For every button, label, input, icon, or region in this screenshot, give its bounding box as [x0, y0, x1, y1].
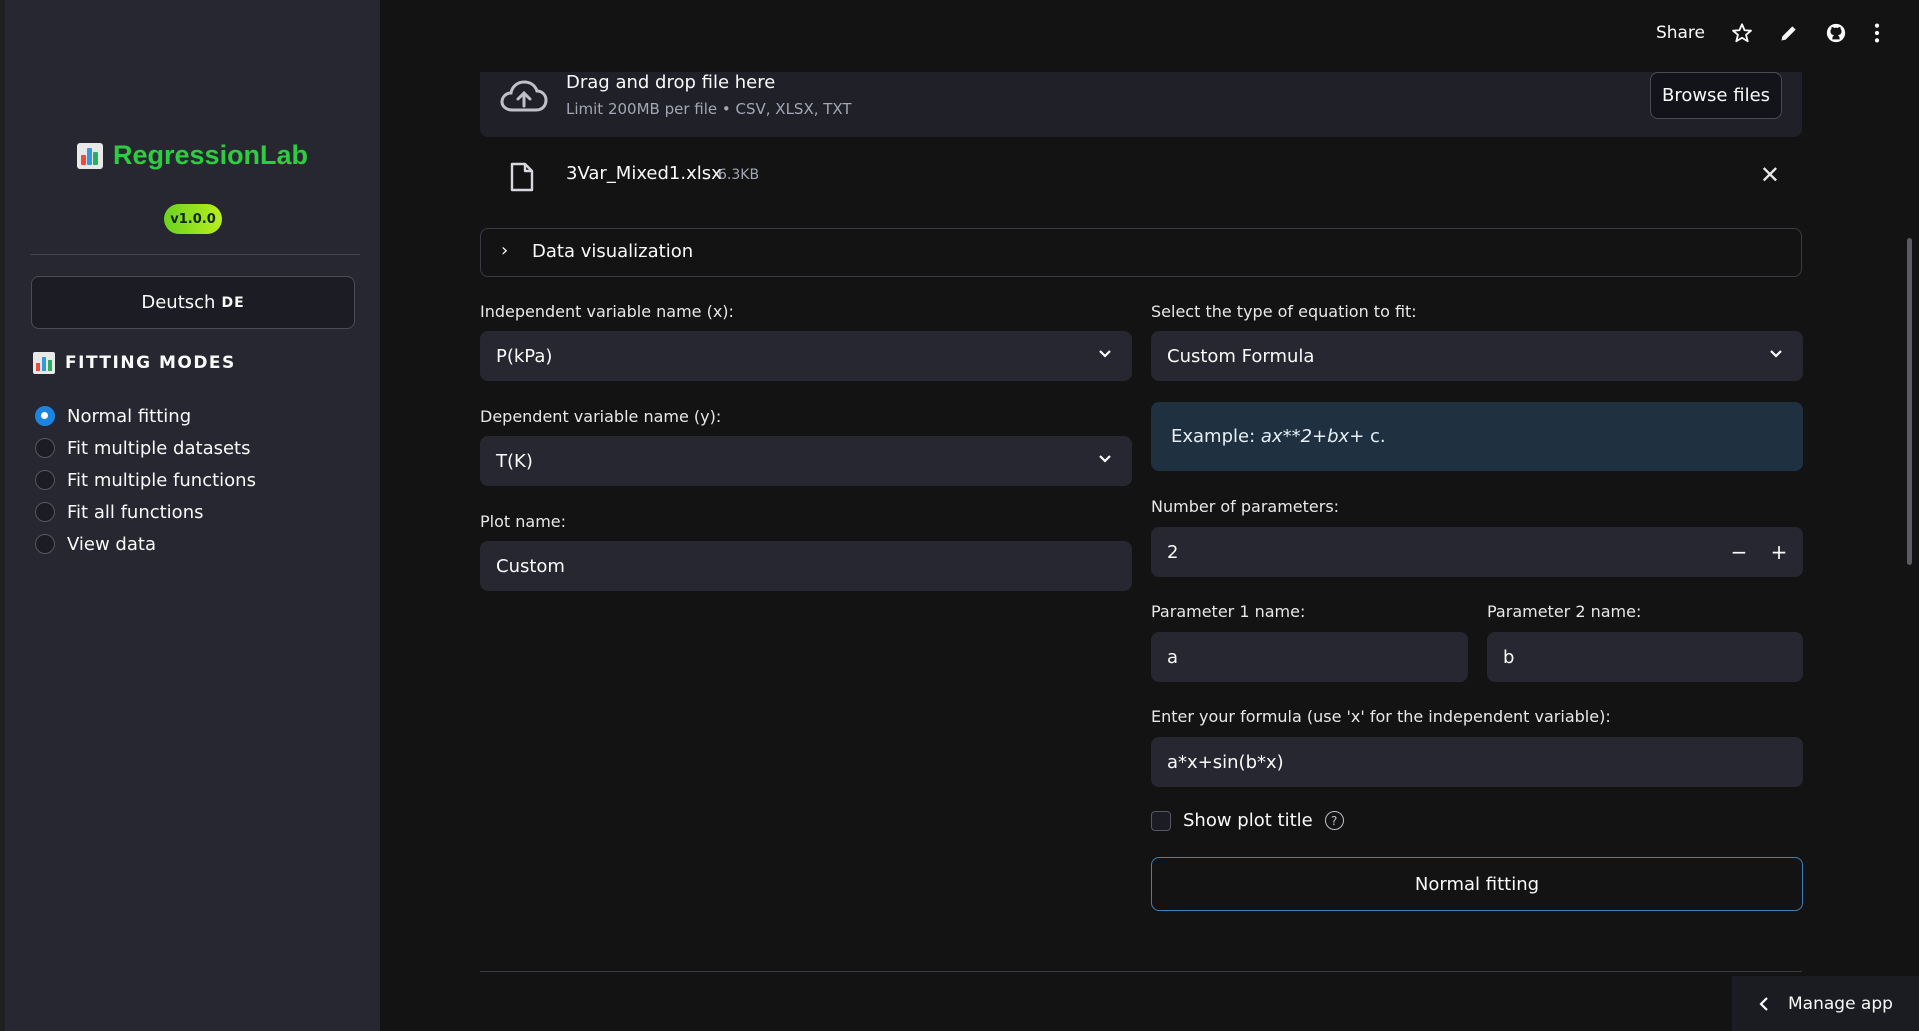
- radio-label: Fit all functions: [67, 501, 204, 523]
- language-button-label: Deutsch: [141, 292, 216, 313]
- fitting-modes-heading: FITTING MODES: [33, 352, 236, 374]
- param2-label: Parameter 2 name:: [1487, 602, 1642, 621]
- radio-icon[interactable]: [35, 534, 55, 554]
- y-variable-select[interactable]: T(K): [480, 436, 1132, 486]
- decrement-button[interactable]: −: [1719, 527, 1759, 577]
- chevron-left-icon: [1759, 996, 1768, 1011]
- radio-fit-all-functions[interactable]: Fit all functions: [35, 496, 256, 528]
- pencil-icon[interactable]: [1779, 23, 1799, 43]
- radio-icon[interactable]: [35, 438, 55, 458]
- help-icon[interactable]: ?: [1324, 811, 1344, 830]
- plot-name-label: Plot name:: [480, 512, 567, 531]
- y-variable-value: T(K): [496, 450, 533, 472]
- scrollbar[interactable]: [1907, 238, 1912, 565]
- radio-label: Normal fitting: [67, 405, 192, 427]
- radio-label: Fit multiple datasets: [67, 437, 251, 459]
- example-term-a: ax**2: [1260, 426, 1313, 447]
- radio-fit-multiple-functions[interactable]: Fit multiple functions: [35, 464, 256, 496]
- manage-app-label: Manage app: [1788, 993, 1893, 1014]
- param1-input[interactable]: a: [1151, 632, 1468, 682]
- show-plot-title-checkbox[interactable]: [1151, 810, 1171, 831]
- chevron-right-icon: ›: [501, 240, 509, 261]
- param1-label: Parameter 1 name:: [1151, 602, 1306, 621]
- sidebar-divider: [30, 254, 360, 255]
- example-info-box: Example: ax**2 + bx + c.: [1151, 402, 1803, 471]
- browse-files-button[interactable]: Browse files: [1650, 72, 1782, 119]
- x-variable-select[interactable]: P(kPa): [480, 331, 1132, 381]
- chevron-down-icon: [1099, 350, 1111, 358]
- radio-label: Fit multiple functions: [67, 469, 256, 491]
- num-params-stepper[interactable]: 2 − +: [1151, 527, 1803, 577]
- dropzone-title: Drag and drop file here: [566, 72, 776, 93]
- param2-value: b: [1503, 646, 1515, 668]
- formula-label: Enter your formula (use 'x' for the inde…: [1151, 707, 1611, 726]
- equation-type-value: Custom Formula: [1167, 345, 1315, 367]
- app-title: RegressionLab: [113, 140, 309, 170]
- radio-view-data[interactable]: View data: [35, 528, 256, 560]
- language-button[interactable]: Deutsch DE: [31, 276, 355, 329]
- expander-label: Data visualization: [532, 241, 694, 262]
- increment-button[interactable]: +: [1759, 527, 1799, 577]
- plot-name-input[interactable]: Custom: [480, 541, 1132, 591]
- uploaded-file-size: 6.3KB: [718, 167, 760, 183]
- show-plot-title-label: Show plot title: [1183, 810, 1313, 831]
- bar-chart-icon: [33, 352, 55, 374]
- data-visualization-expander[interactable]: › Data visualization: [480, 228, 1802, 277]
- app-logo: RegressionLab: [77, 140, 308, 171]
- close-icon[interactable]: ✕: [1760, 161, 1780, 189]
- radio-fit-multiple-datasets[interactable]: Fit multiple datasets: [35, 432, 256, 464]
- github-icon[interactable]: [1825, 22, 1847, 44]
- content-divider: [480, 971, 1802, 972]
- formula-value: a*x+sin(b*x): [1167, 751, 1284, 773]
- manage-app-button[interactable]: Manage app: [1732, 976, 1919, 1031]
- uploaded-file-row: 3Var_Mixed1.xlsx 6.3KB ✕: [480, 155, 1802, 199]
- normal-fitting-button[interactable]: Normal fitting: [1151, 857, 1803, 911]
- x-variable-label: Independent variable name (x):: [480, 302, 734, 321]
- example-suffix: + c.: [1349, 426, 1386, 447]
- example-term-b: bx: [1327, 426, 1350, 447]
- file-dropzone[interactable]: Drag and drop file here Limit 200MB per …: [480, 72, 1802, 137]
- example-plus: +: [1312, 426, 1328, 447]
- radio-selected-icon[interactable]: [35, 406, 55, 426]
- more-vertical-icon[interactable]: [1873, 22, 1881, 44]
- version-badge: v1.0.0: [164, 204, 222, 234]
- plot-name-value: Custom: [496, 555, 565, 577]
- cloud-upload-icon: [500, 80, 548, 112]
- formula-input[interactable]: a*x+sin(b*x): [1151, 737, 1803, 787]
- radio-icon[interactable]: [35, 502, 55, 522]
- equation-type-label: Select the type of equation to fit:: [1151, 302, 1417, 321]
- uploaded-file-name: 3Var_Mixed1.xlsx: [566, 163, 722, 184]
- equation-type-select[interactable]: Custom Formula: [1151, 331, 1803, 381]
- param2-input[interactable]: b: [1487, 632, 1803, 682]
- y-variable-label: Dependent variable name (y):: [480, 407, 722, 426]
- sidebar: RegressionLab v1.0.0 Deutsch DE FITTING …: [5, 0, 380, 1031]
- chevron-down-icon: [1099, 455, 1111, 463]
- share-button[interactable]: Share: [1656, 23, 1705, 43]
- show-plot-title-checkbox-row[interactable]: Show plot title ?: [1151, 810, 1344, 831]
- star-icon[interactable]: [1731, 22, 1753, 44]
- fitting-modes-title: FITTING MODES: [65, 353, 236, 373]
- language-code: DE: [221, 294, 245, 311]
- header-toolbar: Share: [1656, 22, 1881, 44]
- num-params-value: 2: [1167, 541, 1179, 563]
- example-prefix: Example:: [1171, 426, 1256, 447]
- chevron-down-icon: [1770, 350, 1782, 358]
- dropzone-subtitle: Limit 200MB per file • CSV, XLSX, TXT: [566, 100, 852, 118]
- radio-normal-fitting[interactable]: Normal fitting: [35, 400, 256, 432]
- radio-label: View data: [67, 533, 156, 555]
- num-params-label: Number of parameters:: [1151, 497, 1340, 516]
- bar-chart-icon: [77, 142, 103, 169]
- radio-icon[interactable]: [35, 470, 55, 490]
- file-icon: [510, 162, 534, 192]
- fitting-mode-radio-group: Normal fitting Fit multiple datasets Fit…: [35, 400, 256, 560]
- param1-value: a: [1167, 646, 1179, 668]
- x-variable-value: P(kPa): [496, 345, 553, 367]
